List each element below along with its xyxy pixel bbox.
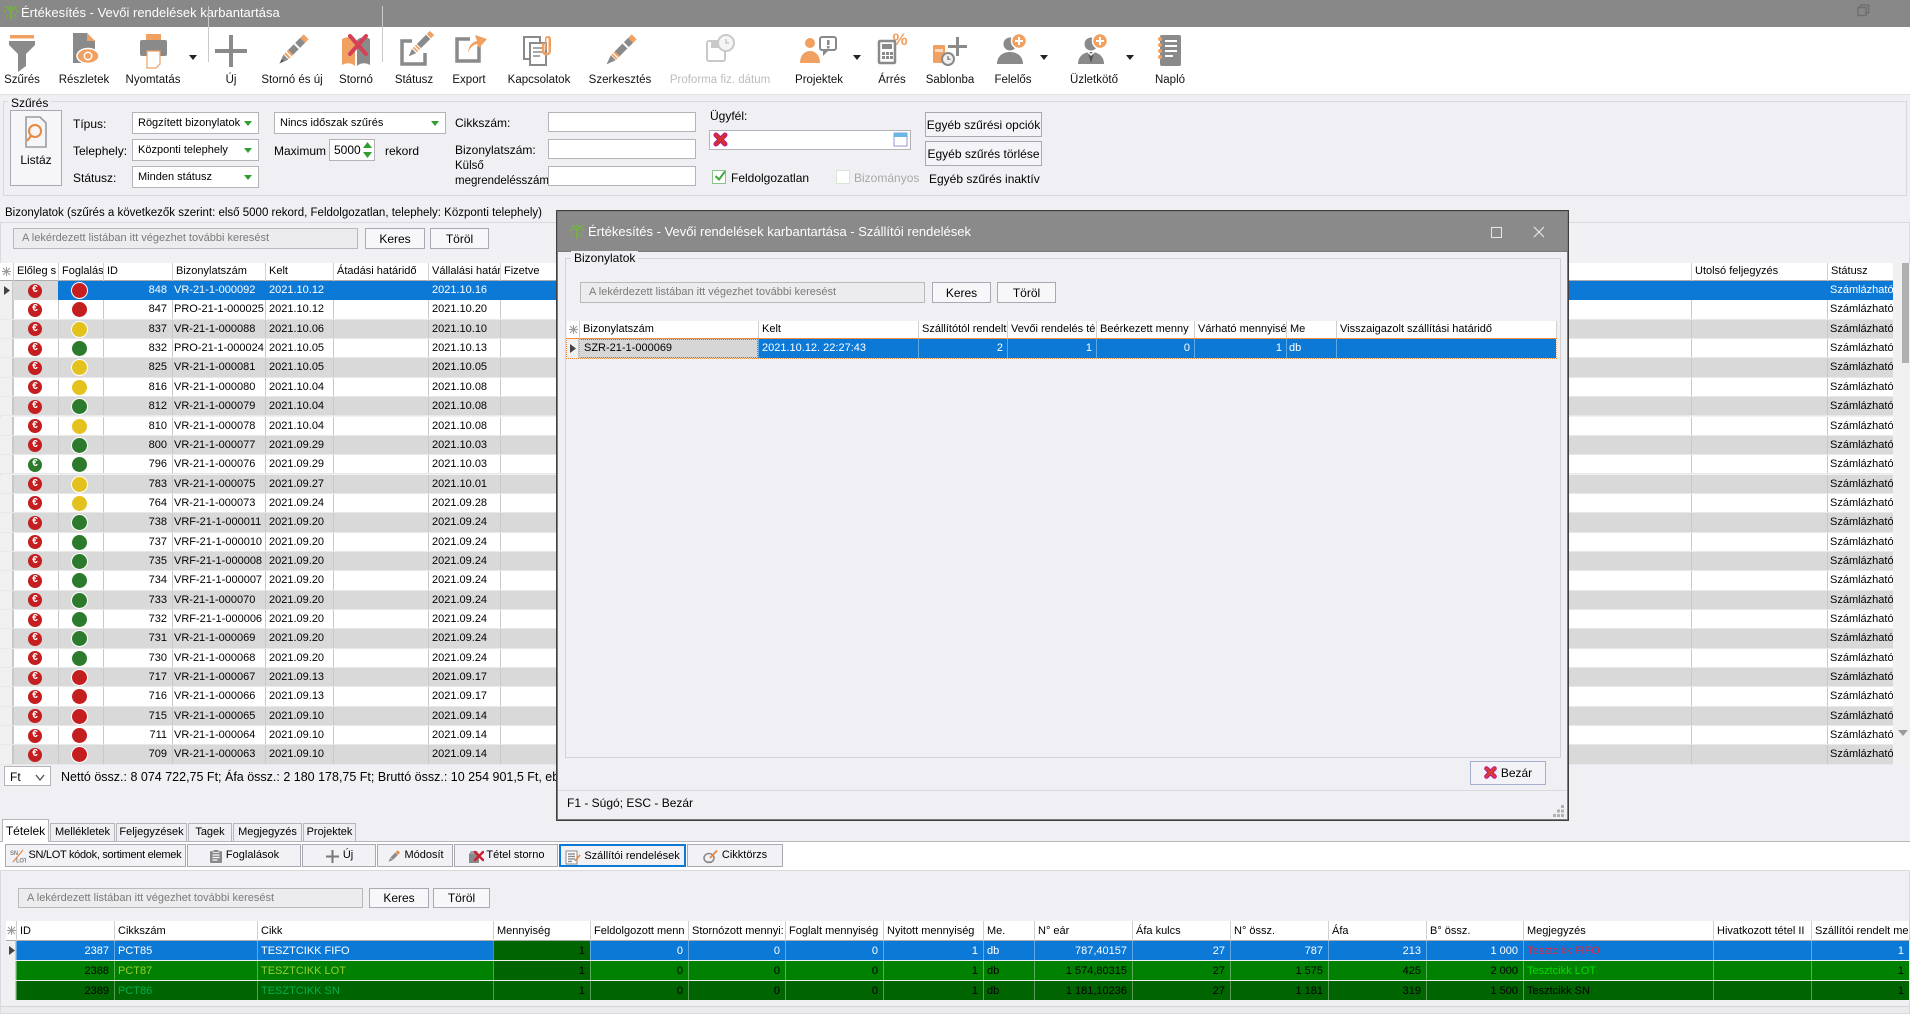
svg-text:SN: SN bbox=[10, 851, 18, 857]
svg-text:LOT: LOT bbox=[16, 859, 26, 864]
